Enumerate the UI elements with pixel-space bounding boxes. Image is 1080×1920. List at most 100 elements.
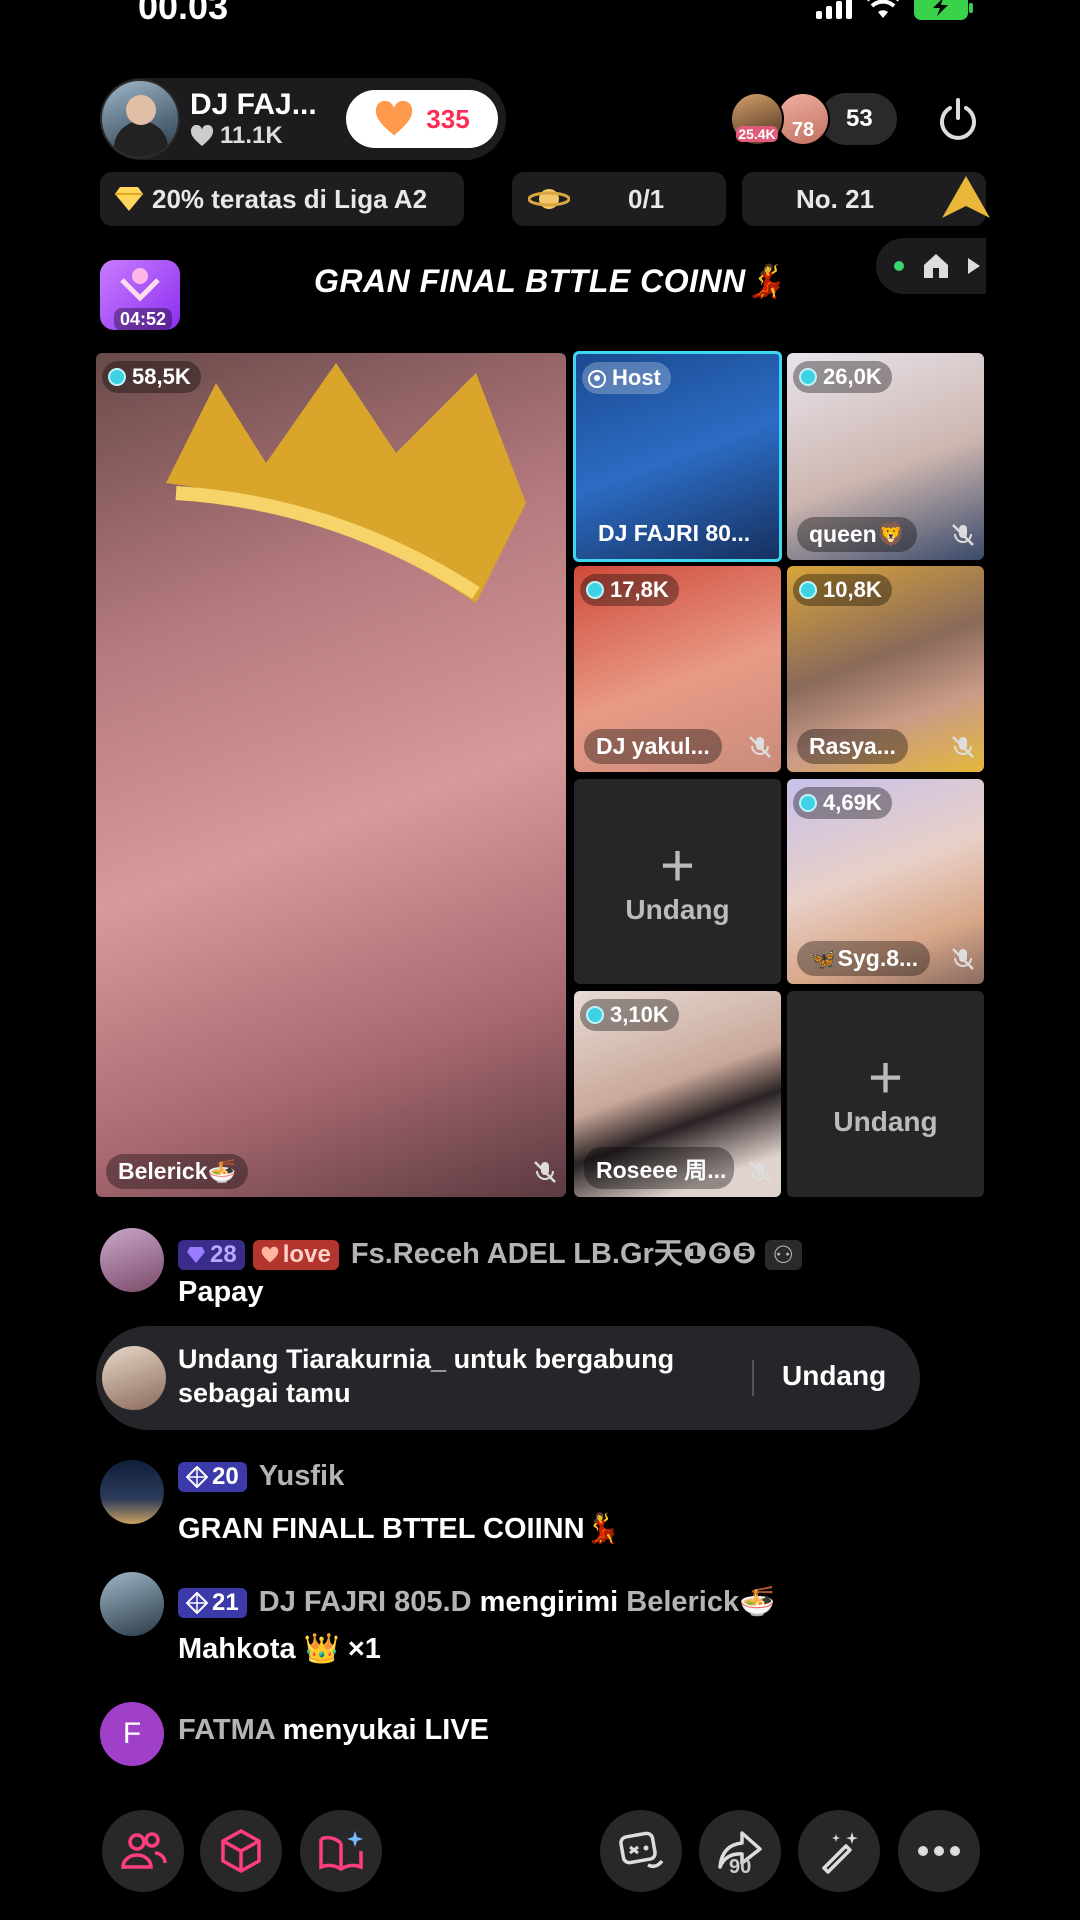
- host-profile-pill[interactable]: DJ FAJ... 11.1K 335: [100, 78, 506, 160]
- viewer-avatar[interactable]: 78: [776, 92, 830, 146]
- status-bar: 00.03: [0, 0, 1080, 30]
- tile-score-value: 4,69K: [823, 790, 882, 815]
- viewer-badge: 25.4K: [736, 126, 778, 142]
- chat-avatar[interactable]: [100, 1228, 164, 1292]
- mic-muted-icon: [952, 948, 974, 970]
- top-viewers[interactable]: 25.4K 78 53: [730, 90, 897, 148]
- tile-name[interactable]: Belerick🍜: [106, 1154, 249, 1189]
- coin-icon: [799, 368, 817, 386]
- host-avatar[interactable]: [100, 79, 180, 159]
- play-icon[interactable]: [968, 258, 980, 274]
- guest-tile[interactable]: 17,8K DJ yakul...: [574, 566, 781, 772]
- tile-score: 58,5K: [102, 361, 201, 393]
- chat-meta: 28 love Fs.Receh ADEL LB.Gr天❶❻❺ ⚇: [178, 1230, 803, 1272]
- coin-icon: [108, 368, 126, 386]
- tile-score: 4,69K: [793, 787, 892, 819]
- mic-muted-icon: [534, 1161, 556, 1183]
- divider: [752, 1360, 754, 1396]
- status-time: 00.03: [138, 0, 229, 27]
- tile-score: 17,8K: [580, 574, 679, 606]
- invite-guest-banner: Undang Tiarakurnia_ untuk bergabung seba…: [96, 1326, 920, 1430]
- game-controller-icon: [619, 1831, 664, 1869]
- level-value: 20: [212, 1463, 239, 1491]
- level-badge: 20: [178, 1462, 247, 1493]
- more-dots-icon: [918, 1846, 960, 1856]
- tile-score: 3,10K: [580, 999, 679, 1031]
- home-icon[interactable]: [922, 252, 950, 280]
- mic-muted-icon: [749, 1161, 771, 1183]
- moderator-icon: ⚇: [764, 1240, 803, 1271]
- tile-name[interactable]: DJ yakul...: [584, 729, 722, 764]
- chat-avatar[interactable]: [100, 1572, 164, 1636]
- effects-button[interactable]: [200, 1810, 282, 1892]
- guest-tile[interactable]: 10,8K Rasya...: [787, 566, 984, 772]
- match-chip[interactable]: 0/1: [512, 172, 726, 226]
- league-label: 20% teratas di Liga A2: [152, 183, 428, 214]
- host-badge: Host: [582, 362, 671, 394]
- league-chip[interactable]: 20% teratas di Liga A2: [100, 172, 464, 226]
- invite-guest-slot[interactable]: + Undang: [787, 991, 984, 1197]
- host-tile[interactable]: Host DJ FAJRI 80...: [573, 351, 782, 562]
- invite-guest-button[interactable]: Undang: [782, 1360, 886, 1392]
- magic-wand-icon: [822, 1832, 858, 1874]
- chat-username[interactable]: FATMA: [178, 1714, 275, 1746]
- magic-book-button[interactable]: [300, 1810, 382, 1892]
- invite-slot-label: Undang: [625, 893, 730, 925]
- tile-name[interactable]: queen🦁: [797, 517, 918, 552]
- tile-name[interactable]: 🦋Syg.8...: [797, 941, 931, 976]
- tile-score: 10,8K: [793, 574, 892, 606]
- chat-username[interactable]: Yusfik: [259, 1460, 344, 1492]
- mini-controls[interactable]: [876, 238, 986, 294]
- chat-username[interactable]: DJ FAJRI 805.D: [259, 1586, 472, 1618]
- viewer-badge: 78: [791, 119, 815, 141]
- tile-score-value: 10,8K: [823, 577, 882, 602]
- power-icon[interactable]: [934, 96, 982, 144]
- host-name: DJ FAJ...: [190, 88, 317, 121]
- tile-score-value: 17,8K: [610, 577, 669, 602]
- fan-badge: love: [252, 1240, 339, 1271]
- invite-guest-slot[interactable]: + Undang: [574, 779, 781, 984]
- level-value: 28: [210, 1241, 237, 1269]
- guest-tile[interactable]: 26,0K queen🦁: [787, 353, 984, 560]
- signal-icon: [816, 0, 852, 19]
- chat-action: mengirimi: [479, 1586, 619, 1618]
- share-button[interactable]: 90: [699, 1810, 781, 1892]
- tile-name[interactable]: DJ FAJRI 80...: [586, 516, 762, 551]
- tile-score-value: 58,5K: [132, 364, 191, 389]
- guest-tile[interactable]: 4,69K 🦋Syg.8...: [787, 779, 984, 984]
- follow-button[interactable]: 335: [346, 90, 498, 148]
- wifi-icon: [867, 0, 899, 18]
- more-button[interactable]: [898, 1810, 980, 1892]
- guests-button[interactable]: [102, 1810, 184, 1892]
- match-label: 0/1: [628, 183, 665, 214]
- gem-icon: [187, 1247, 205, 1264]
- tile-score-value: 3,10K: [610, 1002, 669, 1027]
- chat-username[interactable]: Fs.Receh ADEL LB.Gr天❶❻❺: [351, 1238, 757, 1270]
- chat-avatar[interactable]: [100, 1460, 164, 1524]
- invite-slot-label: Undang: [833, 1106, 938, 1137]
- chat-avatar[interactable]: F: [100, 1702, 164, 1766]
- battle-title: GRAN FINAL BTTLE COINN💃: [314, 263, 787, 299]
- gem-icon: [186, 1466, 208, 1489]
- viewer-avatar[interactable]: 25.4K: [730, 92, 784, 146]
- invite-text-line2: sebagai tamu: [178, 1378, 351, 1408]
- gift-recipient[interactable]: Belerick🍜: [626, 1586, 775, 1618]
- guest-tile[interactable]: 3,10K Roseee 周...: [574, 991, 781, 1197]
- level-badge: 21: [178, 1588, 247, 1619]
- rank-chip[interactable]: No. 21: [742, 172, 990, 226]
- tile-name[interactable]: Roseee 周...: [584, 1147, 734, 1189]
- mic-muted-icon: [749, 736, 771, 758]
- viewer-count[interactable]: 53: [820, 93, 897, 145]
- tile-name[interactable]: Rasya...: [797, 729, 908, 764]
- level-badge: 28: [178, 1240, 245, 1271]
- chat-meta: FATMA menyukai LIVE: [178, 1714, 489, 1747]
- invite-avatar[interactable]: [102, 1346, 166, 1410]
- coin-icon: [586, 1006, 604, 1024]
- chat-action: menyukai LIVE: [282, 1714, 490, 1746]
- coin-icon: [799, 794, 817, 812]
- game-button[interactable]: [600, 1810, 682, 1892]
- chat-meta: 21 DJ FAJRI 805.D mengirimi Belerick🍜: [178, 1585, 775, 1619]
- guest-tile-main[interactable]: 58,5K Belerick🍜: [96, 353, 566, 1197]
- edit-button[interactable]: [798, 1810, 880, 1892]
- coin-icon: [799, 581, 817, 599]
